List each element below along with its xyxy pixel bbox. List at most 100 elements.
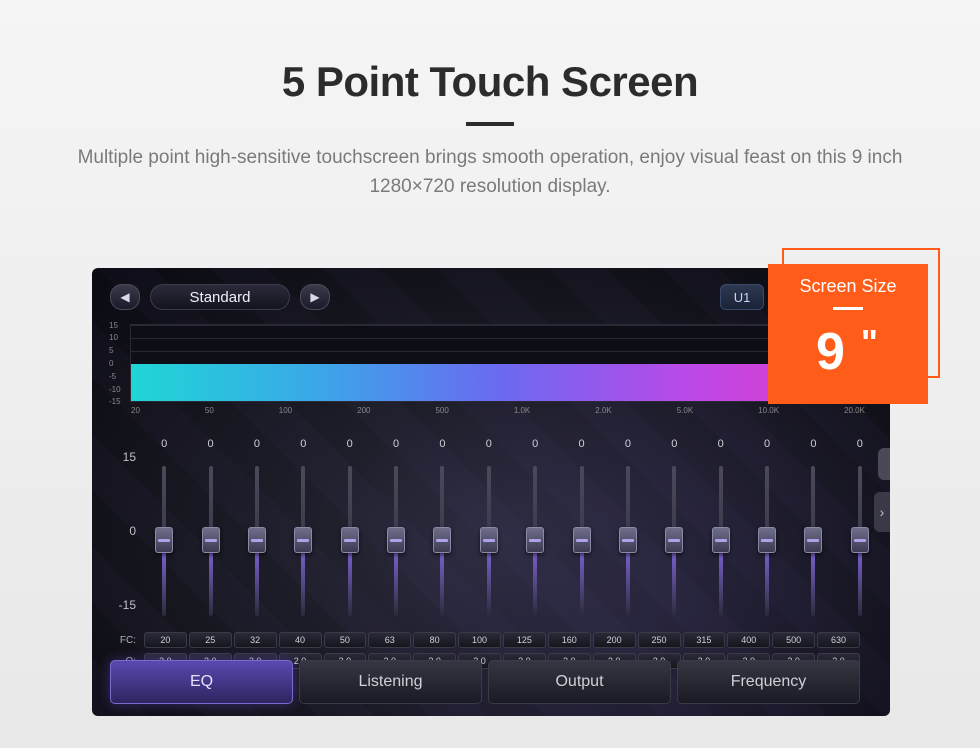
- fc-label: FC:: [110, 632, 142, 650]
- fc-chip[interactable]: 160: [548, 632, 591, 648]
- spectrum-y-tick: -5: [109, 372, 116, 381]
- fc-row: FC: 202532405063801001251602002503154005…: [110, 632, 860, 650]
- eq-band: 0: [235, 438, 279, 628]
- slider-knob[interactable]: [155, 527, 173, 553]
- slider-knob[interactable]: [619, 527, 637, 553]
- tab-output[interactable]: Output: [488, 660, 671, 704]
- preset-next-button[interactable]: ▶: [300, 284, 330, 310]
- tab-frequency[interactable]: Frequency: [677, 660, 860, 704]
- band-slider[interactable]: [804, 456, 822, 626]
- band-slider[interactable]: [758, 456, 776, 626]
- slider-knob[interactable]: [573, 527, 591, 553]
- fc-chip[interactable]: 40: [279, 632, 322, 648]
- preset-prev-button[interactable]: ◀: [110, 284, 140, 310]
- tab-eq[interactable]: EQ: [110, 660, 293, 704]
- slider-knob[interactable]: [341, 527, 359, 553]
- page-subtitle: Multiple point high-sensitive touchscree…: [60, 144, 920, 201]
- spectrum-y-tick: -10: [109, 385, 121, 394]
- spectrum-x-axis: 20501002005001.0K2.0K5.0K10.0K20.0K: [131, 406, 865, 415]
- callout-underline: [833, 307, 863, 310]
- preset-name[interactable]: Standard: [150, 284, 290, 310]
- band-slider[interactable]: [155, 456, 173, 626]
- band-value: 0: [208, 438, 214, 452]
- slider-knob[interactable]: [851, 527, 869, 553]
- band-value: 0: [718, 438, 724, 452]
- slider-knob[interactable]: [665, 527, 683, 553]
- slider-knob[interactable]: [526, 527, 544, 553]
- eq-band: 0: [791, 438, 835, 628]
- eq-band: 0: [559, 438, 603, 628]
- slider-knob[interactable]: [804, 527, 822, 553]
- band-value: 0: [300, 438, 306, 452]
- fc-chip[interactable]: 400: [727, 632, 770, 648]
- eq-band: 0: [328, 438, 372, 628]
- band-slider[interactable]: [573, 456, 591, 626]
- spectrum-x-tick: 200: [357, 406, 370, 415]
- fc-chip[interactable]: 63: [368, 632, 411, 648]
- band-slider[interactable]: [665, 456, 683, 626]
- fc-chip[interactable]: 250: [638, 632, 681, 648]
- eq-band: 0: [281, 438, 325, 628]
- slider-knob[interactable]: [712, 527, 730, 553]
- spectrum-fill: [131, 364, 865, 401]
- eq-band: 0: [745, 438, 789, 628]
- fc-chip[interactable]: 50: [324, 632, 367, 648]
- spectrum-x-tick: 500: [435, 406, 448, 415]
- callout-value: 9": [776, 322, 920, 382]
- slider-knob[interactable]: [294, 527, 312, 553]
- scroll-right-button[interactable]: ›: [874, 492, 890, 532]
- eq-band: 0: [467, 438, 511, 628]
- band-value: 0: [393, 438, 399, 452]
- tab-listening[interactable]: Listening: [299, 660, 482, 704]
- band-value: 0: [532, 438, 538, 452]
- slider-knob[interactable]: [480, 527, 498, 553]
- eq-band: 0: [142, 438, 186, 628]
- fc-chip[interactable]: 20: [144, 632, 187, 648]
- fc-chip[interactable]: 200: [593, 632, 636, 648]
- slider-knob[interactable]: [387, 527, 405, 553]
- fc-chip[interactable]: 80: [413, 632, 456, 648]
- slider-knob[interactable]: [758, 527, 776, 553]
- slider-knob[interactable]: [248, 527, 266, 553]
- triangle-right-icon: ▶: [310, 290, 319, 304]
- band-slider[interactable]: [851, 456, 869, 626]
- eq-band: 0: [652, 438, 696, 628]
- user-preset-u1[interactable]: U1: [720, 284, 764, 310]
- slider-knob[interactable]: [433, 527, 451, 553]
- band-slider[interactable]: [248, 456, 266, 626]
- spectrum-x-tick: 10.0K: [758, 406, 779, 415]
- spectrum-x-tick: 5.0K: [677, 406, 693, 415]
- fc-chip[interactable]: 500: [772, 632, 815, 648]
- fc-chip[interactable]: 125: [503, 632, 546, 648]
- triangle-left-icon: ◀: [120, 290, 129, 304]
- fc-chip[interactable]: 100: [458, 632, 501, 648]
- fc-chip[interactable]: 630: [817, 632, 860, 648]
- band-slider[interactable]: [202, 456, 220, 626]
- eq-y-axis: 15 0 -15: [110, 438, 142, 628]
- band-slider[interactable]: [387, 456, 405, 626]
- spectrum-y-tick: 10: [109, 333, 118, 342]
- spectrum-x-tick: 50: [205, 406, 214, 415]
- chevron-right-icon: ›: [880, 504, 885, 520]
- eq-sliders: 0000000000000000: [142, 438, 882, 628]
- spectrum-display: 151050-5-10-15 20501002005001.0K2.0K5.0K…: [130, 324, 866, 402]
- eq-y-bot: -15: [119, 598, 136, 612]
- band-slider[interactable]: [341, 456, 359, 626]
- band-value: 0: [486, 438, 492, 452]
- spectrum-y-tick: 5: [109, 346, 113, 355]
- band-slider[interactable]: [480, 456, 498, 626]
- band-value: 0: [671, 438, 677, 452]
- fc-chip[interactable]: 32: [234, 632, 277, 648]
- fc-chip[interactable]: 315: [683, 632, 726, 648]
- slider-knob[interactable]: [202, 527, 220, 553]
- fc-chip[interactable]: 25: [189, 632, 232, 648]
- band-slider[interactable]: [712, 456, 730, 626]
- eq-band: 0: [606, 438, 650, 628]
- band-slider[interactable]: [294, 456, 312, 626]
- side-handle[interactable]: [878, 448, 890, 480]
- eq-band: 0: [838, 438, 882, 628]
- band-slider[interactable]: [526, 456, 544, 626]
- eq-y-top: 15: [123, 450, 136, 464]
- band-slider[interactable]: [433, 456, 451, 626]
- band-slider[interactable]: [619, 456, 637, 626]
